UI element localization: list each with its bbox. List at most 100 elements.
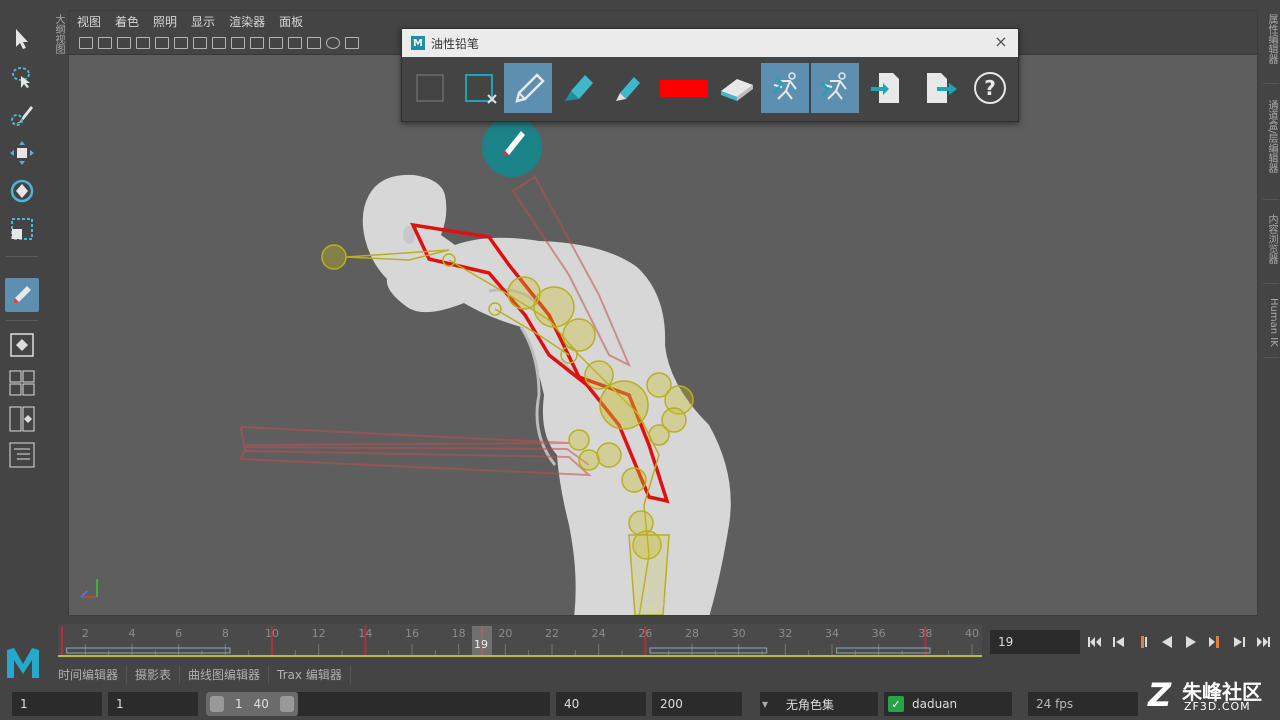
attribute-editor-tab[interactable]: 属性编辑器	[1263, 14, 1279, 84]
camera-attributes-icon[interactable]	[98, 36, 112, 49]
menu-show[interactable]: 显示	[191, 13, 215, 30]
bookmarks-icon[interactable]	[117, 36, 131, 49]
safe-action-icon[interactable]	[288, 36, 302, 49]
grease-pencil-titlebar[interactable]: M 油性铅笔 ×	[402, 29, 1018, 57]
go-to-end-button[interactable]	[1254, 633, 1272, 651]
playback-start-field[interactable]: 1	[108, 692, 198, 716]
timeline-tick-label: 20	[498, 627, 512, 640]
marker-icon	[565, 75, 593, 101]
grease-pencil-tool-button[interactable]	[5, 278, 39, 312]
resolution-gate-icon[interactable]	[231, 36, 245, 49]
current-frame-field[interactable]: 19	[990, 630, 1080, 654]
timeline-tick-label: 22	[545, 627, 559, 640]
select-tool-button[interactable]	[5, 22, 39, 56]
prev-frame-icon	[1141, 636, 1147, 648]
paint-select-tool-button[interactable]	[5, 98, 39, 132]
timeline-tick-label: 28	[685, 627, 699, 640]
safe-title-icon[interactable]	[307, 36, 321, 49]
two-view-layout-button[interactable]	[5, 402, 39, 436]
import-button[interactable]	[862, 63, 910, 113]
move-tool-button[interactable]	[5, 136, 39, 170]
range-slider-start: 1	[235, 697, 243, 711]
menu-panels[interactable]: 面板	[279, 13, 303, 30]
animation-start-field[interactable]: 1	[12, 692, 102, 716]
menu-renderer[interactable]: 渲染器	[229, 13, 265, 30]
play-backwards-button[interactable]	[1158, 633, 1176, 651]
film-gate-icon[interactable]	[212, 36, 226, 49]
help-button[interactable]: ?	[966, 63, 1014, 113]
grid-icon[interactable]	[193, 36, 207, 49]
playback-end-field[interactable]: 40	[556, 692, 646, 716]
pencil-button[interactable]	[504, 63, 552, 113]
smooth-shade-icon[interactable]	[345, 36, 359, 49]
tab-dope-sheet[interactable]: 摄影表	[127, 666, 181, 684]
step-back-key-button[interactable]	[1110, 633, 1128, 651]
gate-mask-icon[interactable]	[250, 36, 264, 49]
menu-view[interactable]: 视图	[77, 13, 101, 30]
menu-lighting[interactable]: 照明	[153, 13, 177, 30]
outliner-icon	[9, 442, 35, 468]
maya-logo-icon: M	[411, 36, 425, 50]
arrow-icon	[16, 29, 28, 49]
field-chart-icon[interactable]	[269, 36, 283, 49]
help-icon: ?	[974, 72, 1006, 104]
step-forward-key-button[interactable]	[1230, 633, 1248, 651]
channel-box-tab[interactable]: 通道盒/层编辑器	[1263, 100, 1279, 200]
marker-button[interactable]	[554, 63, 602, 113]
delete-frame-button[interactable]	[455, 63, 503, 113]
select-camera-icon[interactable]	[79, 36, 93, 49]
toolbox-separator	[6, 320, 38, 321]
time-slider[interactable]: 19 2 4 6 8 10 12 14 16 18 20 22 24 26 28 30 32 34 36 38 40	[58, 624, 982, 658]
play-forwards-button[interactable]	[1182, 633, 1200, 651]
single-view-layout-button[interactable]	[5, 328, 39, 362]
four-view-layout-button[interactable]	[5, 366, 39, 400]
export-button[interactable]	[916, 63, 964, 113]
camera-label: persp	[642, 597, 668, 607]
timeline-tick-label: 2	[82, 627, 89, 640]
animation-layer-dropdown[interactable]: ✓ daduan	[884, 692, 1012, 716]
eraser-button[interactable]	[712, 63, 760, 113]
timeline-tick-label: 36	[872, 627, 886, 640]
ghost-previous-button[interactable]	[761, 63, 809, 113]
svg-text:?: ?	[984, 76, 996, 100]
menu-shading[interactable]: 着色	[115, 13, 139, 30]
editor-tabs: 时间编辑器 摄影表 曲线图编辑器 Trax 编辑器	[50, 664, 351, 686]
outliner-layout-button[interactable]	[5, 438, 39, 472]
step-forward-frame-button[interactable]	[1206, 633, 1224, 651]
playback-controls	[1086, 630, 1272, 654]
scale-tool-button[interactable]	[5, 212, 39, 246]
range-slider-handle[interactable]: 1 40	[206, 692, 298, 716]
human-ik-tab[interactable]: Human IK	[1263, 298, 1279, 358]
animation-end-field[interactable]: 200	[652, 692, 742, 716]
character-set-dropdown[interactable]: ▾ 无角色集	[760, 692, 878, 716]
step-back-frame-button[interactable]	[1134, 633, 1152, 651]
soft-pencil-icon	[616, 77, 640, 101]
add-frame-button[interactable]	[406, 63, 454, 113]
ghost-next-button[interactable]	[811, 63, 859, 113]
color-button[interactable]	[658, 63, 710, 113]
soft-pencil-button[interactable]	[603, 63, 651, 113]
grease-pencil-icon[interactable]	[174, 36, 188, 49]
content-browser-tab[interactable]: 内容浏览器	[1263, 214, 1279, 284]
image-plane-icon[interactable]	[136, 36, 150, 49]
fps-dropdown[interactable]: 24 fps	[1028, 692, 1138, 716]
range-slider-bar: 1 1 1 40 40 200 ▾ 无角色集 ✓ daduan 24 fps	[0, 690, 1280, 720]
export-icon	[927, 73, 957, 103]
tab-time-editor[interactable]: 时间编辑器	[50, 666, 128, 684]
timeline-tick-label: 16	[405, 627, 419, 640]
outliner-side-tab[interactable]: 大纲视图	[48, 14, 66, 74]
2d-pan-zoom-icon[interactable]	[155, 36, 169, 49]
range-handle-start-cap[interactable]	[210, 696, 224, 712]
range-slider[interactable]: 1 40	[206, 692, 550, 716]
timeline-tick-label: 24	[592, 627, 606, 640]
rotate-tool-button[interactable]	[5, 174, 39, 208]
window-title: 油性铅笔	[431, 36, 480, 51]
range-handle-end-cap[interactable]	[279, 696, 294, 712]
tab-trax-editor[interactable]: Trax 编辑器	[269, 666, 351, 684]
lasso-tool-button[interactable]	[5, 60, 39, 94]
close-button[interactable]: ×	[992, 33, 1010, 51]
go-to-start-button[interactable]	[1086, 633, 1104, 651]
timeline-tick-label: 12	[312, 627, 326, 640]
wireframe-icon[interactable]	[326, 36, 340, 49]
tab-graph-editor[interactable]: 曲线图编辑器	[180, 666, 270, 684]
